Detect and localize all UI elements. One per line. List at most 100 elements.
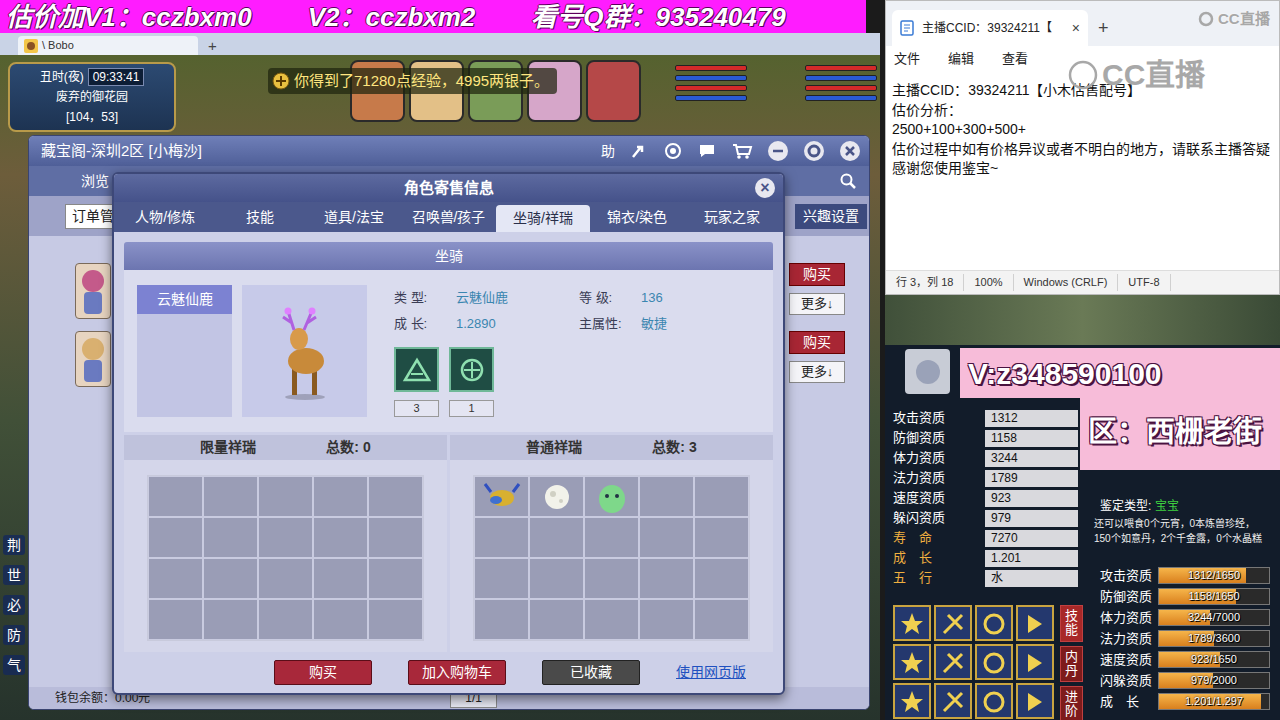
treasure-slot[interactable]: [258, 599, 313, 640]
treasure-slot[interactable]: [474, 517, 529, 558]
treasure-slot[interactable]: [148, 558, 203, 599]
pet-skill-slot[interactable]: [975, 683, 1013, 719]
more-button[interactable]: 更多↓: [789, 361, 845, 383]
minimize-icon[interactable]: [767, 140, 789, 162]
web-version-link[interactable]: 使用网页版: [676, 662, 746, 683]
treasure-slot[interactable]: [203, 558, 258, 599]
treasure-slot[interactable]: [258, 517, 313, 558]
dialog-tab[interactable]: 坐骑/祥瑞: [496, 205, 590, 232]
treasure-slot[interactable]: [639, 517, 694, 558]
action-button[interactable]: 购买: [274, 660, 372, 685]
treasure-slot[interactable]: [368, 558, 423, 599]
close-button[interactable]: ×: [755, 178, 775, 198]
tab-close-button[interactable]: ×: [1072, 18, 1080, 39]
treasure-slot[interactable]: [694, 517, 749, 558]
pet-side-tab[interactable]: 技能: [1060, 605, 1083, 642]
side-label[interactable]: 世: [3, 565, 25, 585]
search-icon[interactable]: [839, 172, 857, 190]
treasure-slot[interactable]: [474, 558, 529, 599]
cart-icon[interactable]: [731, 141, 753, 161]
treasure-slot[interactable]: [313, 558, 368, 599]
treasure-slot[interactable]: [529, 599, 584, 640]
treasure-slot[interactable]: [529, 517, 584, 558]
pet-skill-slot[interactable]: [975, 605, 1013, 641]
treasure-slot[interactable]: [148, 599, 203, 640]
side-label[interactable]: 荆: [3, 535, 25, 555]
pet-skill-slot[interactable]: [893, 605, 931, 641]
treasure-slot[interactable]: [584, 558, 639, 599]
mount-skill-icon[interactable]: [449, 347, 494, 392]
action-button[interactable]: 已收藏: [542, 660, 640, 685]
treasure-slot[interactable]: [639, 599, 694, 640]
treasure-slot[interactable]: [313, 476, 368, 517]
notepad-tab[interactable]: 主播CCID：39324211【×: [892, 10, 1088, 46]
buy-button[interactable]: 购买: [789, 331, 845, 354]
dialog-tab[interactable]: 召唤兽/孩子: [401, 202, 495, 232]
side-label[interactable]: 气: [3, 655, 25, 675]
treasure-slot[interactable]: [694, 476, 749, 517]
chat-icon[interactable]: [697, 141, 717, 161]
new-tab-button[interactable]: +: [1098, 10, 1109, 46]
share-icon[interactable]: [629, 141, 649, 161]
mount-skill-icon[interactable]: [394, 347, 439, 392]
dialog-tab[interactable]: 锦衣/染色: [590, 202, 684, 232]
moon-treasure-icon[interactable]: [537, 480, 577, 514]
target-icon[interactable]: [663, 141, 683, 161]
notepad-text[interactable]: 主播CCID：39324211【小木估售配号】估价分析：2500+100+300…: [886, 71, 1279, 270]
treasure-slot[interactable]: [694, 599, 749, 640]
more-button[interactable]: 更多↓: [789, 293, 845, 315]
pet-side-tab[interactable]: 内丹: [1060, 646, 1083, 683]
pet-side-tab[interactable]: 进阶: [1060, 686, 1083, 720]
new-tab-button[interactable]: +: [208, 38, 217, 55]
party-portrait[interactable]: [586, 60, 641, 122]
pet-skill-slot[interactable]: [934, 644, 972, 680]
dialog-tab[interactable]: 道具/法宝: [307, 202, 401, 232]
pet-skill-slot[interactable]: [1016, 683, 1054, 719]
menu-item[interactable]: 文件: [894, 49, 920, 69]
pet-skill-slot[interactable]: [893, 683, 931, 719]
treasure-slot[interactable]: [584, 517, 639, 558]
browser-tab[interactable]: \ Bobo: [18, 36, 198, 55]
treasure-slot[interactable]: [584, 599, 639, 640]
gear-icon[interactable]: [803, 140, 825, 162]
treasure-slot[interactable]: [368, 599, 423, 640]
pet-skill-slot[interactable]: [1016, 644, 1054, 680]
action-button[interactable]: 加入购物车: [408, 660, 506, 685]
side-label[interactable]: 防: [3, 625, 25, 645]
treasure-slot[interactable]: [639, 476, 694, 517]
treasure-slot[interactable]: [474, 476, 529, 517]
treasure-slot[interactable]: [203, 517, 258, 558]
pet-skill-slot[interactable]: [1016, 605, 1054, 641]
beetle-treasure-icon[interactable]: [482, 480, 522, 514]
treasure-slot[interactable]: [639, 558, 694, 599]
treasure-slot[interactable]: [148, 517, 203, 558]
side-label[interactable]: 必: [3, 595, 25, 615]
treasure-slot[interactable]: [258, 476, 313, 517]
treasure-slot[interactable]: [474, 599, 529, 640]
pet-skill-slot[interactable]: [934, 683, 972, 719]
treasure-slot[interactable]: [313, 517, 368, 558]
treasure-slot[interactable]: [203, 476, 258, 517]
menu-item[interactable]: 查看: [1002, 49, 1028, 69]
buy-button[interactable]: 购买: [789, 263, 845, 286]
dialog-tab[interactable]: 技能: [212, 202, 306, 232]
dialog-tab[interactable]: 玩家之家: [685, 202, 779, 232]
pet-skill-slot[interactable]: [893, 644, 931, 680]
interest-settings-button[interactable]: 兴趣设置: [795, 204, 867, 229]
treasure-slot[interactable]: [258, 558, 313, 599]
treasure-slot[interactable]: [529, 476, 584, 517]
dialog-tab[interactable]: 人物/修炼: [118, 202, 212, 232]
mount-item[interactable]: 云魅仙鹿: [137, 285, 232, 314]
blob-treasure-icon[interactable]: [592, 480, 632, 514]
pet-skill-slot[interactable]: [975, 644, 1013, 680]
menu-item[interactable]: 编辑: [948, 49, 974, 69]
treasure-slot[interactable]: [148, 476, 203, 517]
close-icon[interactable]: [839, 140, 861, 162]
treasure-slot[interactable]: [368, 476, 423, 517]
treasure-slot[interactable]: [529, 558, 584, 599]
treasure-slot[interactable]: [694, 558, 749, 599]
pet-skill-slot[interactable]: [934, 605, 972, 641]
treasure-slot[interactable]: [368, 517, 423, 558]
treasure-slot[interactable]: [313, 599, 368, 640]
treasure-slot[interactable]: [584, 476, 639, 517]
